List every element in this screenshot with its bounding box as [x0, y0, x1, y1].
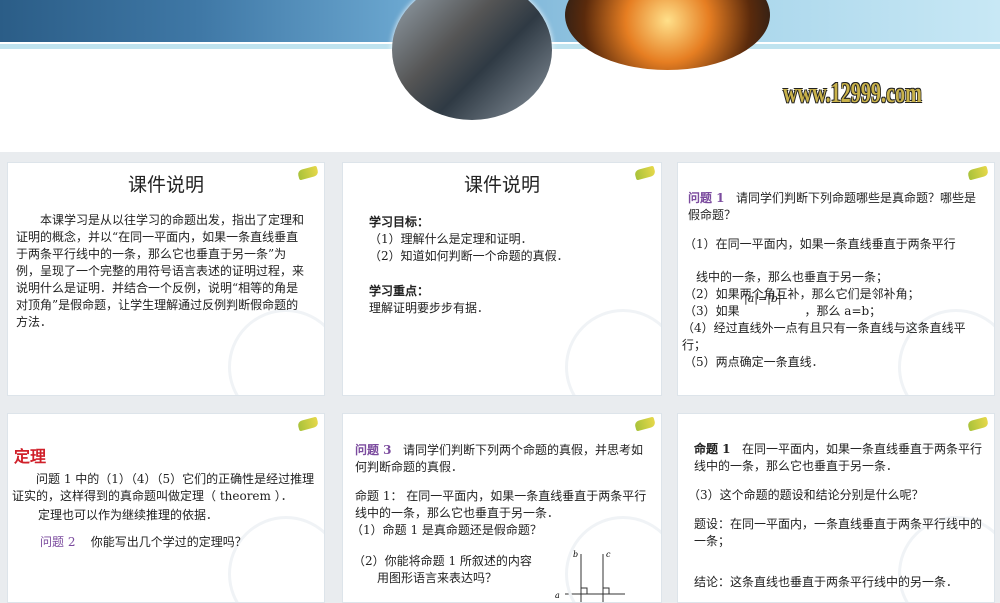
pen-icon	[634, 416, 656, 432]
pen-icon	[967, 416, 989, 432]
slide-body: 本课学习是从以往学习的命题出发，指出了定理和证明的概念，并以“在同一平面内，如果…	[16, 213, 305, 329]
slide-thumbnail-6[interactable]: 命题 1 在同一平面内，如果一条直线垂直于两条平行线中的一条，那么它也垂直于另一…	[677, 413, 995, 603]
proposition-text: 在同一平面内，如果一条直线垂直于两条平行线中的一条，那么它也垂直于另一条．	[694, 442, 982, 473]
question-text: 请同学们判断下列命题哪些是真命题？哪些是假命题？	[688, 191, 976, 222]
header-banner: www.12999.com	[0, 0, 1000, 152]
slide-title: 课件说明	[463, 174, 540, 196]
line-label-a: a	[555, 591, 560, 600]
list-item: （1）在同一平面内，如果一条直线垂直于两条平行	[684, 237, 956, 251]
slide-thumbnail-5[interactable]: 问题 3 请同学们判断下列两个命题的真假，并思考如何判断命题的真假． 命题 1：…	[342, 413, 662, 603]
goal-item: （1）理解什么是定理和证明．	[369, 232, 533, 246]
rocket-photo	[565, 0, 770, 70]
question-text: 你能写出几个学过的定理吗？	[90, 535, 247, 549]
list-item: 线中的一条，那么也垂直于另一条；	[696, 270, 889, 284]
perpendicular-figure: a b c	[555, 550, 625, 602]
line-label-b: b	[573, 550, 578, 559]
hypothesis-text: 题设：在同一平面内，一条直线垂直于两条平行线中的一条；	[694, 517, 983, 548]
highway-photo	[392, 0, 552, 120]
line-label-c: c	[606, 550, 611, 559]
slide-heading: 定理	[14, 447, 47, 466]
pen-icon	[967, 165, 989, 181]
pen-icon	[297, 416, 319, 432]
proposition-label: 命题 1	[694, 442, 731, 456]
slide-thumbnail-1[interactable]: 课件说明 本课学习是从以往学习的命题出发，指出了定理和证明的概念，并以“在同一平…	[7, 162, 325, 396]
list-item: （4）经过直线外一点有且只有一条直线与这条直线平行；	[682, 321, 966, 352]
goal-label: 学习目标：	[369, 215, 430, 229]
slide-thumbnail-4[interactable]: 定理 问题 1 中的（1）（4）（5）它们的正确性是经过推理证实的，这样得到的真…	[7, 413, 325, 603]
question-label: 问题 2	[40, 535, 76, 549]
focus-label: 学习重点：	[369, 284, 430, 298]
slide-body: 定理也可以作为继续推理的依据．	[38, 508, 219, 522]
sub-question: （2）你能将命题 1 所叙述的内容用图形语言来表达吗？	[353, 554, 532, 585]
conclusion-text: 结论：这条直线也垂直于两条平行线中的另一条．	[694, 575, 959, 589]
list-item: （3）如果 ，那么 a=b；	[684, 304, 882, 318]
focus-text: 理解证明要步步有据．	[369, 301, 490, 315]
sub-question: （1）命题 1 是真命题还是假命题？	[351, 523, 542, 537]
slide-body: 问题 1 中的（1）（4）（5）它们的正确性是经过推理证实的，这样得到的真命题叫…	[12, 472, 315, 503]
sub-question: （3）这个命题的题设和结论分别是什么呢？	[688, 488, 924, 502]
proposition-text: 命题 1： 在同一平面内，如果一条直线垂直于两条平行线中的一条，那么它也垂直于另…	[355, 489, 647, 520]
site-logo: www.12999.com	[783, 78, 922, 109]
question-label: 问题 1	[688, 191, 725, 205]
goal-item: （2）知道如何判断一个命题的真假．	[369, 249, 569, 263]
slide-thumbnail-3[interactable]: 问题 1 请同学们判断下列命题哪些是真命题？哪些是假命题？ （1）在同一平面内，…	[677, 162, 995, 396]
list-item: （5）两点确定一条直线．	[684, 355, 824, 369]
list-item: （2）如果两个角互补，那么它们是邻补角；	[684, 287, 920, 301]
slide-title: 课件说明	[127, 174, 204, 196]
question-label: 问题 3	[355, 443, 392, 457]
slide-thumbnail-2[interactable]: 课件说明 学习目标： （1）理解什么是定理和证明． （2）知道如何判断一个命题的…	[342, 162, 662, 396]
question-text: 请同学们判断下列两个命题的真假，并思考如何判断命题的真假．	[355, 443, 643, 474]
